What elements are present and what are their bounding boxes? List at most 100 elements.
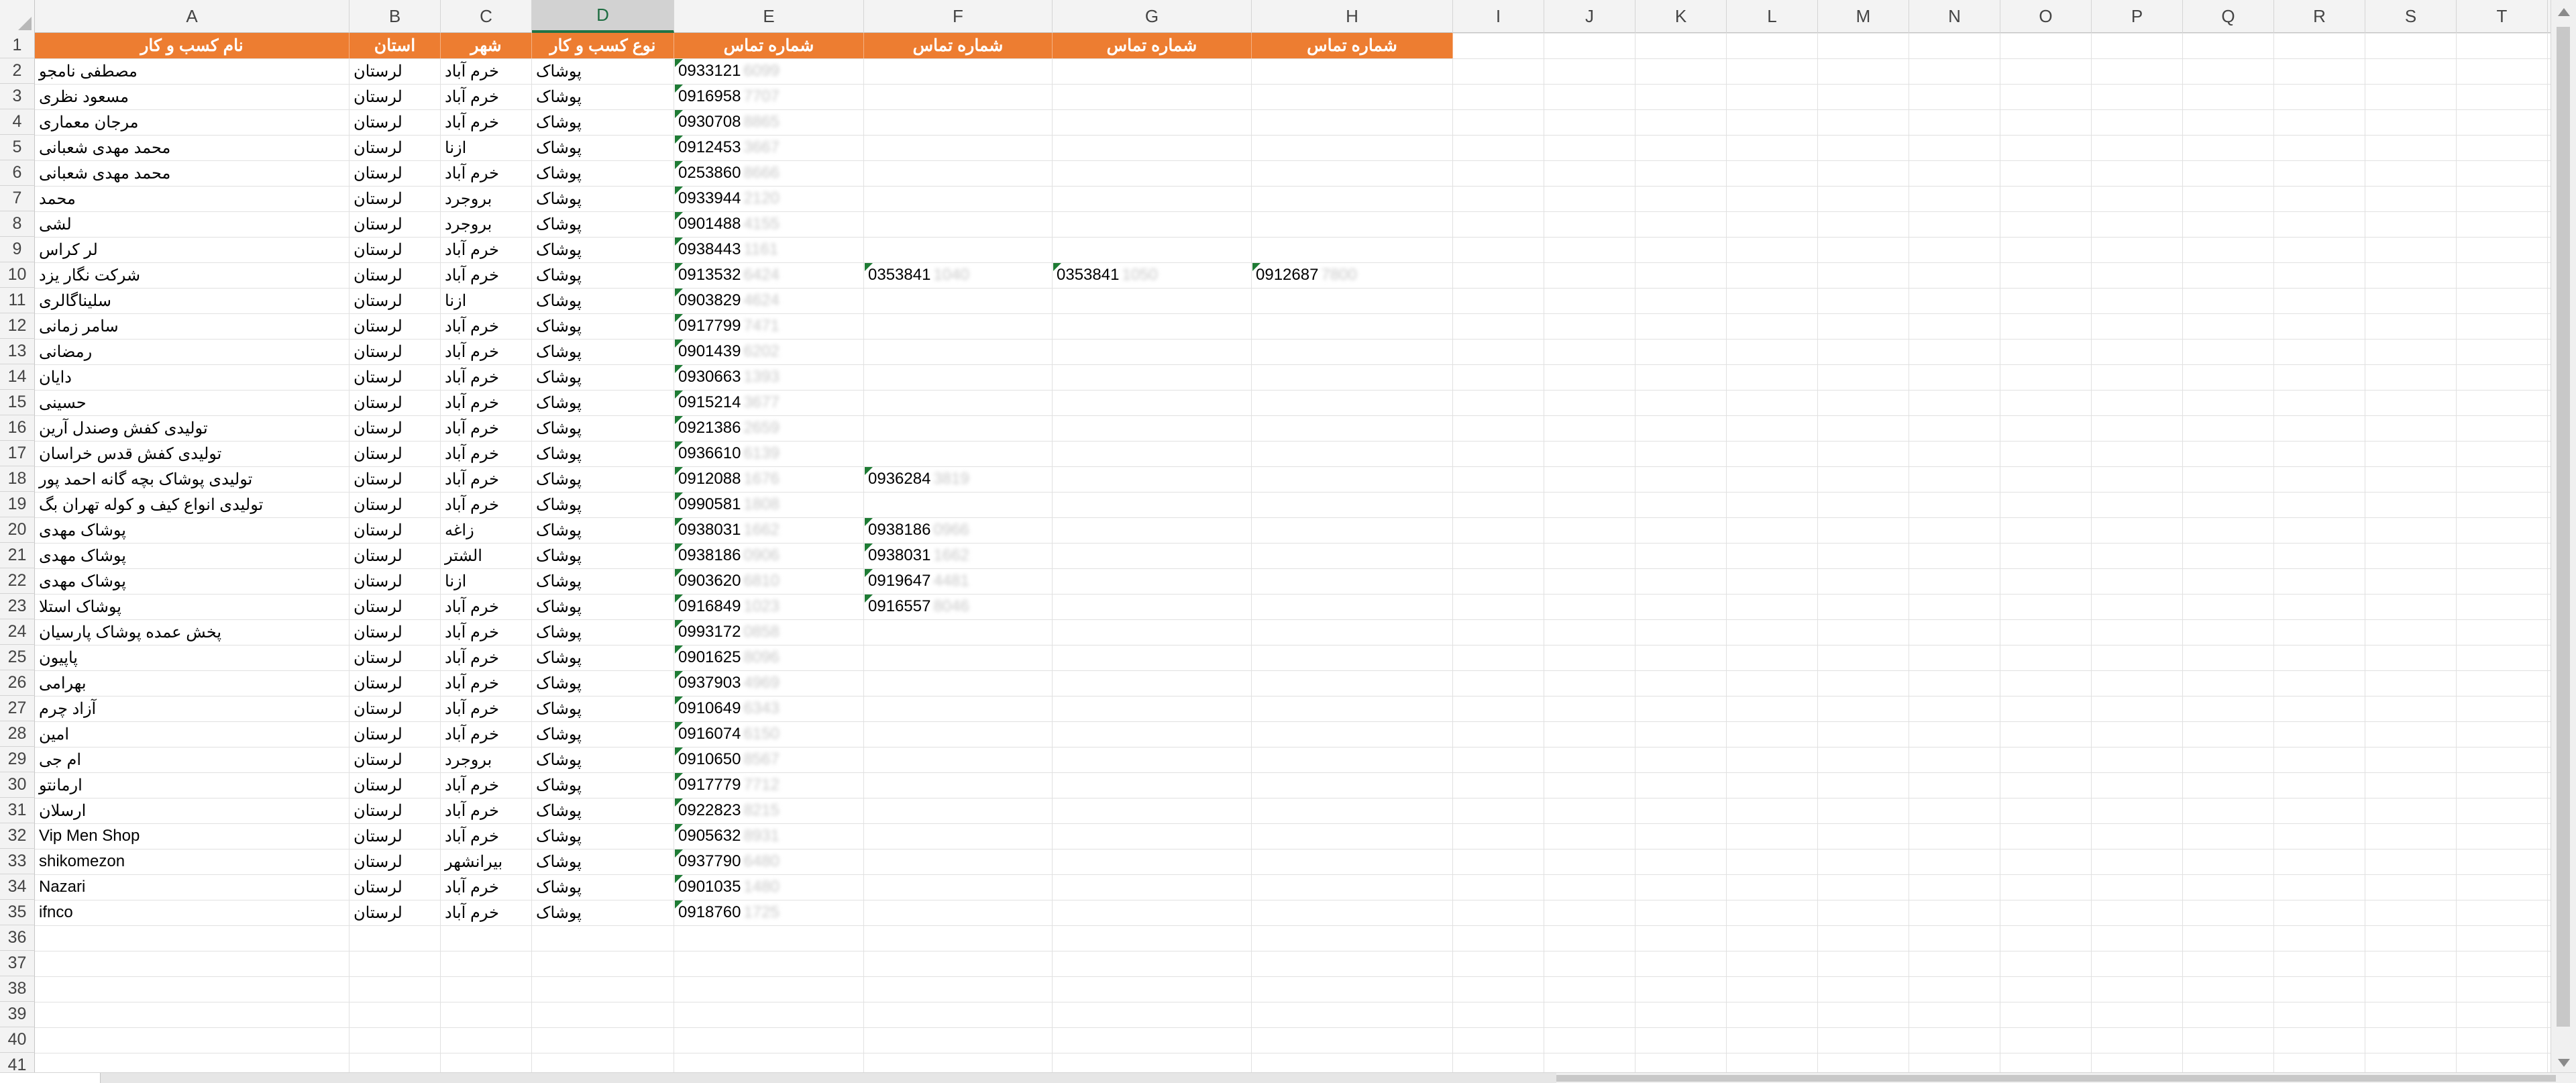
cell-phone-number[interactable]: 0993172 0858 xyxy=(674,619,864,645)
cell-phone-number[interactable]: 0916849 1023 xyxy=(674,594,864,619)
row-header-24[interactable]: 24 xyxy=(0,619,35,645)
cell-phone-number[interactable]: 0937790 6480 xyxy=(674,849,864,874)
horizontal-scroll-thumb[interactable] xyxy=(1556,1075,2556,1082)
cell-province[interactable]: لرستان xyxy=(350,492,441,517)
cell-province[interactable]: لرستان xyxy=(350,849,441,874)
cell-phone-number[interactable]: 0933944 2120 xyxy=(674,186,864,211)
row-header-38[interactable]: 38 xyxy=(0,976,35,1002)
column-header-p[interactable]: P xyxy=(2092,0,2183,33)
cell-business-type[interactable]: پوشاک xyxy=(532,594,674,619)
column-header-r[interactable]: R xyxy=(2274,0,2365,33)
cell-city[interactable]: خرم آباد xyxy=(441,84,532,109)
column-header-e[interactable]: E xyxy=(674,0,864,33)
cell-business-type[interactable]: پوشاک xyxy=(532,721,674,747)
cell-business-name[interactable]: سلیناگالری xyxy=(35,288,350,313)
cell-business-type[interactable]: پوشاک xyxy=(532,849,674,874)
cell-business-type[interactable]: پوشاک xyxy=(532,288,674,313)
row-header-25[interactable]: 25 xyxy=(0,645,35,670)
row-header-13[interactable]: 13 xyxy=(0,339,35,364)
column-header-b[interactable]: B xyxy=(350,0,441,33)
cell-city[interactable]: خرم آباد xyxy=(441,670,532,696)
row-header-27[interactable]: 27 xyxy=(0,696,35,721)
cell-business-type[interactable]: پوشاک xyxy=(532,645,674,670)
cell-city[interactable]: خرم آباد xyxy=(441,313,532,339)
cell-phone-number[interactable]: 0903620 6810 xyxy=(674,568,864,594)
spreadsheet-grid[interactable]: نام کسب و کار استان شهر نوع کسب و کار شماره … xyxy=(0,0,2551,1072)
row-header-8[interactable]: 8 xyxy=(0,211,35,237)
cell-phone-number[interactable]: 0933121 6099 xyxy=(674,58,864,84)
cell-city[interactable]: بروجرد xyxy=(441,186,532,211)
cell-province[interactable]: لرستان xyxy=(350,823,441,849)
cell-province[interactable]: لرستان xyxy=(350,288,441,313)
cell-phone-number[interactable]: 0912453 3667 xyxy=(674,135,864,160)
cell-business-name[interactable]: شرکت نگار یزد xyxy=(35,262,350,288)
cell-province[interactable]: لرستان xyxy=(350,619,441,645)
row-header-19[interactable]: 19 xyxy=(0,492,35,517)
cell-city[interactable]: خرم آباد xyxy=(441,58,532,84)
row-header-22[interactable]: 22 xyxy=(0,568,35,594)
cell-business-type[interactable]: پوشاک xyxy=(532,339,674,364)
vertical-scroll-thumb[interactable] xyxy=(2557,27,2570,1027)
row-header-14[interactable]: 14 xyxy=(0,364,35,390)
cell-city[interactable]: زاغه xyxy=(441,517,532,543)
cell-business-type[interactable]: پوشاک xyxy=(532,696,674,721)
row-header-31[interactable]: 31 xyxy=(0,798,35,823)
header-cell-f[interactable]: شماره تماس xyxy=(864,33,1053,58)
cell-business-type[interactable]: پوشاک xyxy=(532,415,674,441)
cell-province[interactable]: لرستان xyxy=(350,696,441,721)
cell-phone-number[interactable]: 0917779 7712 xyxy=(674,772,864,798)
cell-city[interactable]: بروجرد xyxy=(441,211,532,237)
cell-province[interactable]: لرستان xyxy=(350,721,441,747)
cell-city[interactable]: خرم آباد xyxy=(441,772,532,798)
cell-business-type[interactable]: پوشاک xyxy=(532,441,674,466)
cell-business-type[interactable]: پوشاک xyxy=(532,874,674,900)
cell-city[interactable]: ازنا xyxy=(441,568,532,594)
cell-phone-number[interactable]: 0901439 6202 xyxy=(674,339,864,364)
cell-city[interactable]: خرم آباد xyxy=(441,160,532,186)
cell-phone-number[interactable]: 0353841 1050 xyxy=(1053,262,1252,288)
cell-phone-number[interactable]: 0919647 4481 xyxy=(864,568,1053,594)
cell-phone-number[interactable]: 0990581 1808 xyxy=(674,492,864,517)
cell-city[interactable]: خرم آباد xyxy=(441,874,532,900)
cell-business-type[interactable]: پوشاک xyxy=(532,568,674,594)
cell-business-type[interactable]: پوشاک xyxy=(532,262,674,288)
row-header-20[interactable]: 20 xyxy=(0,517,35,543)
header-cell-d[interactable]: نوع کسب و کار xyxy=(532,33,674,58)
cell-phone-number[interactable]: 0936610 6139 xyxy=(674,441,864,466)
cell-phone-number[interactable]: 0937903 4969 xyxy=(674,670,864,696)
cell-business-type[interactable]: پوشاک xyxy=(532,135,674,160)
row-header-26[interactable]: 26 xyxy=(0,670,35,696)
cell-business-name[interactable]: shikomezon xyxy=(35,849,350,874)
row-header-5[interactable]: 5 xyxy=(0,135,35,160)
cell-province[interactable]: لرستان xyxy=(350,390,441,415)
cell-phone-number[interactable]: 0903829 4624 xyxy=(674,288,864,313)
cell-city[interactable]: خرم آباد xyxy=(441,237,532,262)
cell-phone-number[interactable]: 0922823 8215 xyxy=(674,798,864,823)
cell-business-name[interactable]: امین xyxy=(35,721,350,747)
row-header-6[interactable]: 6 xyxy=(0,160,35,186)
cell-business-type[interactable]: پوشاک xyxy=(532,58,674,84)
cell-phone-number[interactable]: 0938186 0906 xyxy=(674,543,864,568)
row-header-18[interactable]: 18 xyxy=(0,466,35,492)
cell-city[interactable]: خرم آباد xyxy=(441,339,532,364)
row-header-37[interactable]: 37 xyxy=(0,951,35,976)
cell-province[interactable]: لرستان xyxy=(350,874,441,900)
cell-business-name[interactable]: تولیدی کفش قدس خراسان xyxy=(35,441,350,466)
cell-city[interactable]: خرم آباد xyxy=(441,721,532,747)
cell-business-name[interactable]: مصطفی نامجو xyxy=(35,58,350,84)
cell-business-name[interactable]: Nazari xyxy=(35,874,350,900)
cell-province[interactable]: لرستان xyxy=(350,364,441,390)
cell-business-name[interactable]: بهرامی xyxy=(35,670,350,696)
cell-phone-number[interactable]: 0938443 1161 xyxy=(674,237,864,262)
column-header-h[interactable]: H xyxy=(1252,0,1453,33)
row-header-35[interactable]: 35 xyxy=(0,900,35,925)
cell-business-name[interactable]: پوشاک مهدی xyxy=(35,517,350,543)
row-header-33[interactable]: 33 xyxy=(0,849,35,874)
cell-business-name[interactable]: پوشاک مهدی xyxy=(35,543,350,568)
cell-city[interactable]: خرم آباد xyxy=(441,466,532,492)
cell-city[interactable]: خرم آباد xyxy=(441,619,532,645)
cell-business-type[interactable]: پوشاک xyxy=(532,517,674,543)
row-header-21[interactable]: 21 xyxy=(0,543,35,568)
cell-business-name[interactable]: آزاد چرم xyxy=(35,696,350,721)
cell-business-name[interactable]: Vip Men Shop xyxy=(35,823,350,849)
